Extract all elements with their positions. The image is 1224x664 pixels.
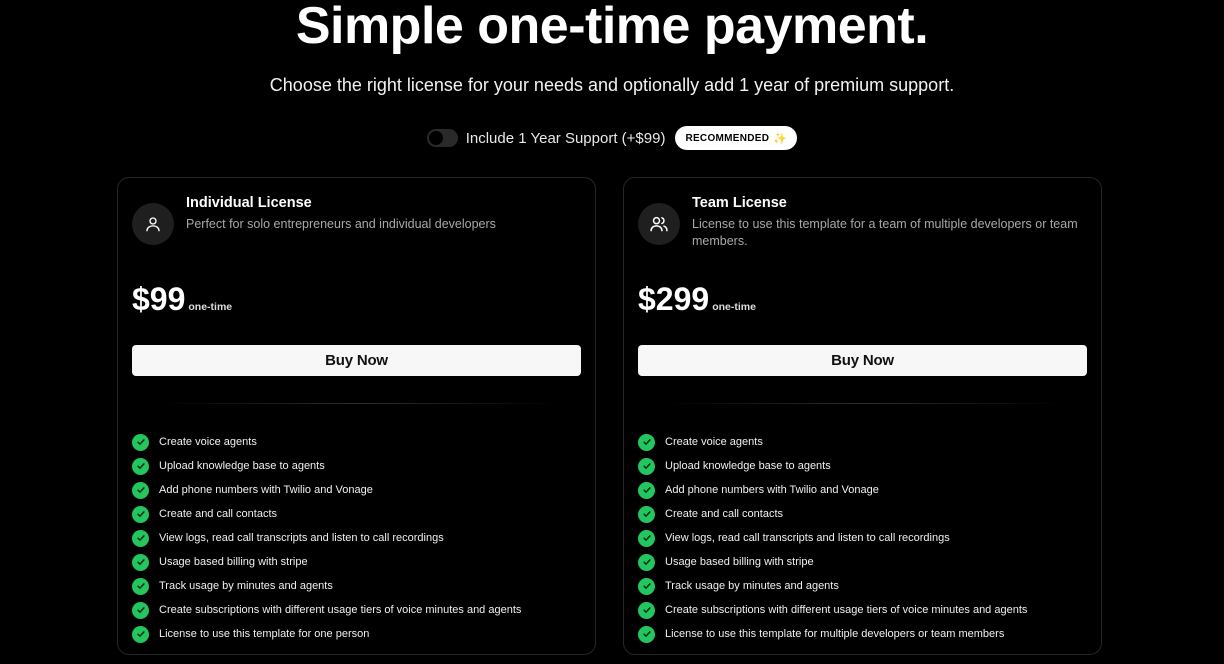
plan-name: Individual License <box>186 195 312 211</box>
feature-item: Create subscriptions with different usag… <box>132 598 521 622</box>
feature-item: License to use this template for one per… <box>132 622 521 646</box>
feature-item: License to use this template for multipl… <box>638 622 1027 646</box>
check-icon <box>132 481 149 499</box>
check-icon <box>638 457 655 475</box>
support-toggle-row: Include 1 Year Support (+$99) RECOMMENDE… <box>0 126 1224 150</box>
page-title: Simple one-time payment. <box>295 0 929 55</box>
check-icon <box>638 505 655 523</box>
check-icon <box>638 481 655 499</box>
divider <box>158 403 558 404</box>
buy-now-button[interactable]: Buy Now <box>638 345 1087 376</box>
feature-text: Add phone numbers with Twilio and Vonage <box>159 484 373 496</box>
user-icon <box>132 203 174 245</box>
feature-text: License to use this template for multipl… <box>665 628 1005 640</box>
feature-item: Add phone numbers with Twilio and Vonage <box>132 478 521 502</box>
feature-item: Track usage by minutes and agents <box>638 574 1027 598</box>
recommended-badge: RECOMMENDED ✨ <box>675 126 798 150</box>
check-icon <box>638 529 655 547</box>
check-icon <box>132 529 149 547</box>
feature-text: Create voice agents <box>159 436 257 448</box>
price-unit: one-time <box>188 301 233 313</box>
toggle-knob <box>428 131 443 145</box>
divider <box>664 403 1064 404</box>
pricing-page: Simple one-time payment. Choose the righ… <box>0 0 1224 664</box>
feature-item: Usage based billing with stripe <box>638 550 1027 574</box>
feature-item: Create subscriptions with different usag… <box>638 598 1027 622</box>
check-icon <box>132 457 149 475</box>
feature-text: Usage based billing with stripe <box>665 556 814 568</box>
feature-text: View logs, read call transcripts and lis… <box>665 532 950 544</box>
feature-text: Create voice agents <box>665 436 763 448</box>
check-icon <box>132 553 149 571</box>
check-icon <box>132 601 149 619</box>
feature-item: Add phone numbers with Twilio and Vonage <box>638 478 1027 502</box>
feature-item: Create voice agents <box>638 430 1027 454</box>
page-subtitle: Choose the right license for your needs … <box>269 75 955 95</box>
check-icon <box>638 601 655 619</box>
price-row: $299 one-time <box>638 281 756 318</box>
feature-item: Usage based billing with stripe <box>132 550 521 574</box>
plan-card-team: Team License License to use this templat… <box>623 177 1102 655</box>
feature-item: Create and call contacts <box>638 502 1027 526</box>
feature-text: Create and call contacts <box>665 508 784 520</box>
feature-text: License to use this template for one per… <box>159 628 370 640</box>
feature-text: Upload knowledge base to agents <box>159 460 325 472</box>
check-icon <box>132 505 149 523</box>
feature-text: Create and call contacts <box>159 508 278 520</box>
feature-item: View logs, read call transcripts and lis… <box>638 526 1027 550</box>
support-toggle[interactable] <box>426 129 458 147</box>
feature-item: Create voice agents <box>132 430 521 454</box>
feature-text: Add phone numbers with Twilio and Vonage <box>665 484 879 496</box>
feature-text: Usage based billing with stripe <box>159 556 308 568</box>
plan-price: $99 <box>132 281 186 317</box>
plan-name: Team License <box>692 195 787 211</box>
check-icon <box>638 553 655 571</box>
check-icon <box>638 625 655 643</box>
plan-description: License to use this template for a team … <box>692 217 1078 248</box>
price-unit: one-time <box>712 301 756 313</box>
check-icon <box>132 625 149 643</box>
badge-label: RECOMMENDED <box>685 132 770 144</box>
check-icon <box>132 433 149 451</box>
feature-text: Create subscriptions with different usag… <box>665 604 1028 616</box>
feature-text: Upload knowledge base to agents <box>665 460 831 472</box>
feature-item: Upload knowledge base to agents <box>638 454 1027 478</box>
users-icon <box>638 203 680 245</box>
price-row: $99 one-time <box>132 281 232 318</box>
check-icon <box>638 577 655 595</box>
check-icon <box>132 577 149 595</box>
check-icon <box>638 433 655 451</box>
feature-text: Track usage by minutes and agents <box>159 580 333 592</box>
feature-item: Create and call contacts <box>132 502 521 526</box>
feature-list: Create voice agents Upload knowledge base… <box>638 430 1027 646</box>
feature-item: Track usage by minutes and agents <box>132 574 521 598</box>
sparkle-icon: ✨ <box>773 132 788 145</box>
feature-item: View logs, read call transcripts and lis… <box>132 526 521 550</box>
plan-description: Perfect for solo entrepreneurs and indiv… <box>186 217 496 231</box>
feature-text: View logs, read call transcripts and lis… <box>159 532 444 544</box>
buy-now-button[interactable]: Buy Now <box>132 345 581 376</box>
plan-card-individual: Individual License Perfect for solo entr… <box>117 177 596 655</box>
feature-item: Upload knowledge base to agents <box>132 454 521 478</box>
feature-text: Create subscriptions with different usag… <box>159 604 522 616</box>
feature-text: Track usage by minutes and agents <box>665 580 839 592</box>
support-toggle-label: Include 1 Year Support (+$99) <box>465 129 666 147</box>
feature-list: Create voice agents Upload knowledge base… <box>132 430 521 646</box>
plan-price: $299 <box>638 281 710 317</box>
